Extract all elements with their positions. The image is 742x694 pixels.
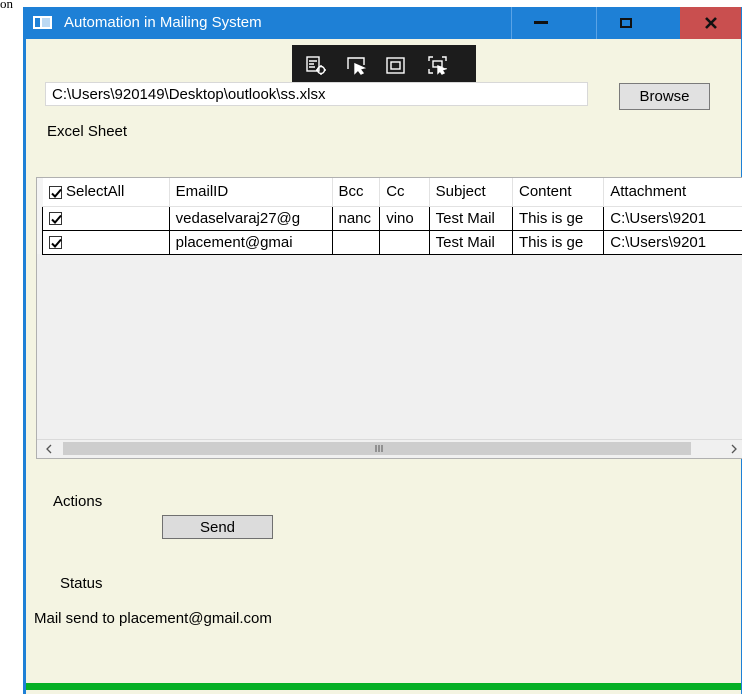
- scroll-right-button[interactable]: [725, 440, 742, 458]
- file-path-input[interactable]: [45, 82, 588, 106]
- table-row[interactable]: vedaselvaraj27@g nanc vino Test Mail Thi…: [37, 205, 742, 231]
- grid-header-row: SelectAll EmailID Bcc Cc Subject Content…: [37, 178, 742, 207]
- email-data-grid[interactable]: SelectAll EmailID Bcc Cc Subject Content…: [36, 177, 742, 459]
- cell-cc[interactable]: vino: [379, 205, 430, 231]
- status-message: Mail send to placement@gmail.com: [34, 610, 272, 627]
- cell-bcc[interactable]: [331, 229, 381, 255]
- column-header-subject[interactable]: Subject: [429, 178, 513, 207]
- row-select-cell[interactable]: [42, 205, 170, 231]
- scroll-left-button[interactable]: [41, 440, 59, 458]
- column-header-emailid[interactable]: EmailID: [169, 178, 333, 207]
- display-layout-adorners-icon[interactable]: [385, 55, 407, 77]
- cell-subject[interactable]: Test Mail: [428, 205, 513, 231]
- column-header-bcc[interactable]: Bcc: [332, 178, 381, 207]
- select-all-checkbox[interactable]: [48, 185, 62, 199]
- column-header-cc[interactable]: Cc: [379, 178, 430, 207]
- minimize-icon: [534, 21, 548, 24]
- maximize-button[interactable]: [596, 7, 655, 39]
- select-all-label: SelectAll: [65, 183, 125, 201]
- table-row[interactable]: placement@gmai Test Mail This is ge C:\U…: [37, 229, 742, 255]
- chevron-right-icon: [731, 444, 737, 454]
- cell-content[interactable]: This is ge: [511, 229, 605, 255]
- browse-button[interactable]: Browse: [619, 83, 710, 110]
- row-checkbox[interactable]: [49, 212, 63, 226]
- cell-cc[interactable]: [379, 229, 430, 255]
- cell-attachment[interactable]: C:\Users\9201: [603, 229, 742, 255]
- cell-bcc[interactable]: nanc: [331, 205, 381, 231]
- checkmark-icon: [51, 238, 63, 249]
- app-icon: [33, 16, 52, 29]
- checkmark-icon: [51, 188, 62, 198]
- horizontal-scrollbar[interactable]: [37, 439, 742, 458]
- excel-sheet-label: Excel Sheet: [47, 123, 128, 140]
- scrollbar-thumb[interactable]: [63, 442, 691, 455]
- select-element-icon[interactable]: [346, 55, 368, 77]
- select-all-header[interactable]: SelectAll: [42, 178, 170, 207]
- clipped-caption-fragment: on: [0, 0, 13, 8]
- minimize-button[interactable]: [511, 7, 570, 39]
- grid-table: SelectAll EmailID Bcc Cc Subject Content…: [37, 178, 742, 255]
- send-button[interactable]: Send: [162, 515, 273, 539]
- progress-bar: [26, 683, 741, 690]
- checkmark-icon: [51, 214, 63, 225]
- title-bar[interactable]: Automation in Mailing System: [26, 7, 741, 39]
- cell-content[interactable]: This is ge: [511, 205, 605, 231]
- thumb-grip-icon: [375, 445, 383, 452]
- actions-label: Actions: [53, 493, 103, 510]
- cell-subject[interactable]: Test Mail: [428, 229, 513, 255]
- cell-emailid[interactable]: placement@gmai: [168, 229, 333, 255]
- row-checkbox[interactable]: [49, 236, 63, 250]
- column-header-attachment[interactable]: Attachment: [603, 178, 742, 207]
- status-label: Status: [60, 575, 103, 592]
- close-icon: [704, 17, 717, 29]
- maximize-icon: [620, 18, 632, 28]
- chevron-left-icon: [46, 444, 52, 454]
- row-select-cell[interactable]: [42, 229, 170, 255]
- cell-attachment[interactable]: C:\Users\9201: [603, 205, 742, 231]
- main-window: Automation in Mailing System Browse Exce…: [23, 7, 742, 694]
- live-visual-tree-icon[interactable]: [305, 55, 327, 77]
- column-header-content[interactable]: Content: [512, 178, 605, 207]
- close-button[interactable]: [680, 7, 741, 39]
- cell-emailid[interactable]: vedaselvaraj27@g: [168, 205, 333, 231]
- progress-fill: [26, 683, 741, 690]
- track-focused-element-icon[interactable]: [427, 55, 449, 77]
- window-title: Automation in Mailing System: [64, 14, 262, 31]
